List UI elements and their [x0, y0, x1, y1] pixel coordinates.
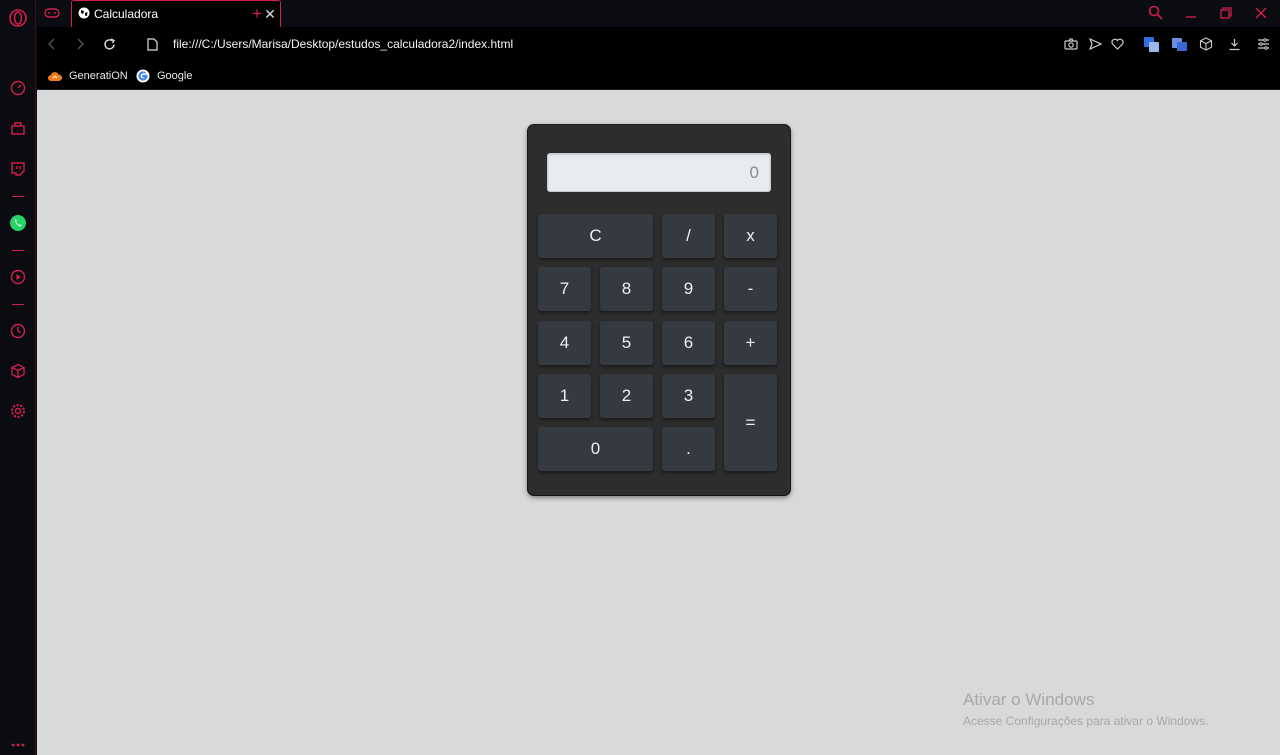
twitch-icon[interactable] [8, 159, 28, 179]
shop-icon[interactable] [8, 118, 28, 138]
tab-bar: Calculadora ✕ + [36, 0, 1280, 27]
watermark-title: Ativar o Windows [963, 690, 1095, 709]
translate-extension-icon[interactable] [1171, 36, 1187, 52]
reload-icon[interactable] [100, 35, 118, 53]
digit-6-button[interactable]: 6 [662, 321, 715, 365]
digit-1-button[interactable]: 1 [538, 374, 591, 418]
google-icon [136, 69, 150, 83]
bookmark-label: Google [157, 70, 193, 82]
new-tab-plus-icon[interactable]: + [252, 4, 262, 24]
decimal-point-button[interactable]: . [662, 427, 715, 471]
calculator-display: 0 [547, 153, 771, 192]
digit-5-button[interactable]: 5 [600, 321, 653, 365]
digit-8-button[interactable]: 8 [600, 267, 653, 311]
more-icon[interactable] [8, 735, 28, 755]
windows-activation-watermark: Ativar o Windows Acesse Configurações pa… [963, 690, 1208, 728]
history-icon[interactable] [8, 321, 28, 341]
url-field[interactable]: file:///C:/Users/Marisa/Desktop/estudos_… [173, 37, 513, 51]
digit-4-button[interactable]: 4 [538, 321, 591, 365]
digit-7-button[interactable]: 7 [538, 267, 591, 311]
tab-calculadora[interactable]: Calculadora ✕ [71, 0, 281, 27]
easy-setup-menu-icon[interactable] [1255, 36, 1271, 52]
tab-close-icon[interactable]: ✕ [260, 6, 280, 23]
cloud-icon [48, 69, 62, 83]
minus-button[interactable]: - [724, 267, 777, 311]
player-icon[interactable] [8, 267, 28, 287]
download-icon[interactable] [1226, 36, 1242, 52]
divide-button[interactable]: / [662, 214, 715, 258]
restore-icon[interactable] [1220, 6, 1232, 24]
multiply-button[interactable]: x [724, 214, 777, 258]
bookmark-label: GeneratiON [69, 70, 128, 82]
settings-gear-icon[interactable] [8, 401, 28, 421]
speed-dial-icon[interactable] [8, 78, 28, 98]
digit-0-button[interactable]: 0 [538, 427, 653, 471]
digit-9-button[interactable]: 9 [662, 267, 715, 311]
bookmark-generation[interactable]: GeneratiON [48, 67, 128, 85]
extensions-cube-icon[interactable] [1198, 36, 1214, 52]
calculator: 0 C / x 7 8 9 - 4 5 6 + 1 2 3 = 0 . [528, 125, 790, 495]
search-icon[interactable] [1148, 5, 1163, 25]
bookmark-google[interactable]: Google [136, 67, 192, 85]
bookmarks-bar: GeneratiON Google [37, 62, 1280, 90]
sidebar-divider [12, 304, 24, 305]
file-icon [143, 35, 161, 53]
sidebar-divider [12, 196, 24, 197]
opera-logo-icon[interactable] [8, 8, 28, 28]
page-viewport: 0 C / x 7 8 9 - 4 5 6 + 1 2 3 = 0 . Ativ… [37, 90, 1280, 755]
tab-title: Calculadora [94, 7, 159, 21]
digit-3-button[interactable]: 3 [662, 374, 715, 418]
plus-button[interactable]: + [724, 321, 777, 365]
send-icon[interactable] [1087, 36, 1103, 52]
whatsapp-icon[interactable] [8, 213, 28, 233]
forward-icon[interactable] [71, 35, 89, 53]
close-window-icon[interactable] [1255, 6, 1267, 24]
gx-control-icon[interactable] [44, 6, 60, 25]
extensions-icon[interactable] [8, 361, 28, 381]
bookmark-heart-icon[interactable] [1109, 36, 1125, 52]
back-icon[interactable] [43, 35, 61, 53]
translate-icon[interactable] [1143, 36, 1159, 52]
sidebar-divider [12, 250, 24, 251]
address-bar: file:///C:/Users/Marisa/Desktop/estudos_… [37, 27, 1280, 62]
opera-sidebar [0, 0, 36, 755]
digit-2-button[interactable]: 2 [600, 374, 653, 418]
equals-button[interactable]: = [724, 374, 777, 471]
snapshot-camera-icon[interactable] [1063, 36, 1079, 52]
globe-icon [78, 7, 90, 22]
clear-button[interactable]: C [538, 214, 653, 258]
minimize-icon[interactable] [1185, 6, 1197, 24]
watermark-subtitle: Acesse Configurações para ativar o Windo… [963, 714, 1209, 728]
